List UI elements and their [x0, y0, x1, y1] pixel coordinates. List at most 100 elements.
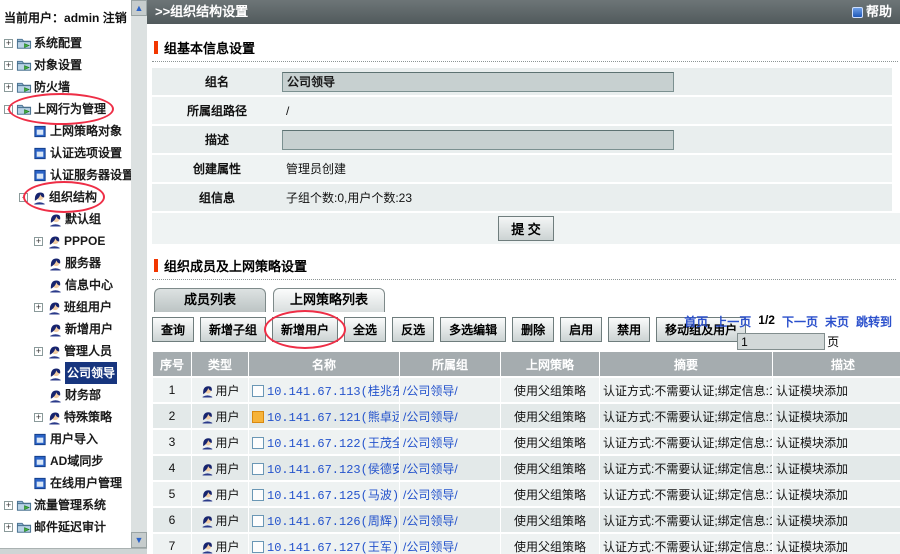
- row-checkbox[interactable]: [252, 489, 264, 501]
- sidebar-item-label[interactable]: 新增用户: [65, 318, 113, 340]
- sidebar-item[interactable]: 在线用户管理: [0, 472, 131, 494]
- scroll-up-icon[interactable]: ▲: [131, 0, 147, 16]
- sidebar-item-label[interactable]: AD域同步: [50, 450, 103, 472]
- sidebar-item-label[interactable]: 公司领导: [65, 362, 117, 384]
- logout-link[interactable]: 注销: [103, 11, 127, 25]
- sidebar-item-label[interactable]: 认证服务器设置: [50, 164, 131, 186]
- toolbar-button[interactable]: 多选编辑: [440, 317, 506, 342]
- sidebar-item[interactable]: 公司领导: [0, 362, 131, 384]
- sidebar-item-label[interactable]: 财务部: [65, 384, 101, 406]
- sidebar-item[interactable]: 财务部: [0, 384, 131, 406]
- group-link[interactable]: /公司领导/: [403, 488, 458, 502]
- row-checkbox[interactable]: [252, 463, 264, 475]
- expand-plus-icon[interactable]: +: [4, 523, 13, 532]
- sidebar-item[interactable]: + 管理人员: [0, 340, 131, 362]
- row-checkbox[interactable]: [252, 385, 264, 397]
- sidebar-hscrollbar[interactable]: [0, 548, 147, 554]
- toolbar-button[interactable]: 全选: [344, 317, 386, 342]
- sidebar-item-label[interactable]: 在线用户管理: [50, 472, 122, 494]
- group-link[interactable]: /公司领导/: [403, 384, 458, 398]
- toolbar-button[interactable]: 删除: [512, 317, 554, 342]
- sidebar-item[interactable]: 信息中心: [0, 274, 131, 296]
- expand-plus-icon[interactable]: +: [4, 61, 13, 70]
- expand-plus-icon[interactable]: +: [4, 39, 13, 48]
- page-jump-input[interactable]: [737, 333, 825, 350]
- sidebar-scrollbar[interactable]: ▲ ▼: [131, 0, 147, 548]
- add-user-button[interactable]: 新增用户: [272, 317, 338, 342]
- tab[interactable]: 成员列表: [154, 288, 266, 312]
- sidebar-item[interactable]: 默认组: [0, 208, 131, 230]
- sidebar-item-label[interactable]: 用户导入: [50, 428, 98, 450]
- sidebar-item[interactable]: - 组织结构: [0, 186, 131, 208]
- toolbar-button[interactable]: 新增子组: [200, 317, 266, 342]
- sidebar-item-label[interactable]: 信息中心: [65, 274, 113, 296]
- toolbar-button[interactable]: 启用: [560, 317, 602, 342]
- sidebar-item[interactable]: + 班组用户: [0, 296, 131, 318]
- sidebar-item[interactable]: 上网策略对象: [0, 120, 131, 142]
- sidebar-item[interactable]: + 特殊策略: [0, 406, 131, 428]
- expand-plus-icon[interactable]: +: [4, 83, 13, 92]
- sidebar-item-label[interactable]: 组织结构: [49, 186, 97, 208]
- sidebar-item-label[interactable]: 上网行为管理: [34, 98, 106, 120]
- sidebar-item-label[interactable]: 防火墙: [34, 76, 70, 98]
- group-link[interactable]: /公司领导/: [403, 514, 458, 528]
- tab[interactable]: 上网策略列表: [273, 288, 385, 312]
- sidebar-item[interactable]: + 对象设置: [0, 54, 131, 76]
- user-link[interactable]: 10.141.67.122(王茂全): [267, 437, 399, 451]
- expand-plus-icon[interactable]: +: [34, 347, 43, 356]
- collapse-minus-icon[interactable]: -: [19, 193, 28, 202]
- expand-plus-icon[interactable]: +: [34, 303, 43, 312]
- sidebar-item[interactable]: AD域同步: [0, 450, 131, 472]
- pagination-jump-label[interactable]: 跳转到: [856, 313, 892, 330]
- collapse-minus-icon[interactable]: -: [4, 105, 13, 114]
- sidebar-item-label[interactable]: PPPOE: [64, 230, 105, 252]
- pagination-first[interactable]: 首页: [684, 313, 708, 330]
- sidebar-item[interactable]: + PPPOE: [0, 230, 131, 252]
- sidebar-item-label[interactable]: 对象设置: [34, 54, 82, 76]
- user-link[interactable]: 10.141.67.121(熊卓远): [267, 411, 399, 425]
- row-checkbox[interactable]: [252, 541, 264, 553]
- sidebar-item[interactable]: 服务器: [0, 252, 131, 274]
- row-checkbox[interactable]: [252, 437, 264, 449]
- user-link[interactable]: 10.141.67.113(桂兆东): [267, 385, 399, 399]
- toolbar-button[interactable]: 反选: [392, 317, 434, 342]
- sidebar-item-label[interactable]: 特殊策略: [64, 406, 112, 428]
- sidebar-item-label[interactable]: 系统配置: [34, 32, 82, 54]
- sidebar-item[interactable]: 认证服务器设置: [0, 164, 131, 186]
- user-link[interactable]: 10.141.67.126(周辉): [267, 515, 399, 529]
- group-link[interactable]: /公司领导/: [403, 436, 458, 450]
- scroll-down-icon[interactable]: ▼: [131, 532, 147, 548]
- sidebar-item[interactable]: 新增用户: [0, 318, 131, 340]
- pagination-next[interactable]: 下一页: [782, 313, 818, 330]
- group-link[interactable]: /公司领导/: [403, 410, 458, 424]
- sidebar-item[interactable]: - 上网行为管理: [0, 98, 131, 120]
- user-link[interactable]: 10.141.67.127(王军): [267, 541, 399, 554]
- toolbar-button[interactable]: 禁用: [608, 317, 650, 342]
- user-link[interactable]: 10.141.67.125(马波): [267, 489, 399, 503]
- sidebar-item[interactable]: + 防火墙: [0, 76, 131, 98]
- sidebar-item[interactable]: 用户导入: [0, 428, 131, 450]
- sidebar-item-label[interactable]: 班组用户: [64, 296, 112, 318]
- user-link[interactable]: 10.141.67.123(侯德安): [267, 463, 399, 477]
- pagination-prev[interactable]: 上一页: [715, 313, 751, 330]
- sidebar-item[interactable]: + 流量管理系统: [0, 494, 131, 516]
- sidebar-item-label[interactable]: 认证选项设置: [50, 142, 122, 164]
- sidebar-item-label[interactable]: 邮件延迟审计: [34, 516, 106, 538]
- sidebar-item[interactable]: + 系统配置: [0, 32, 131, 54]
- sidebar-item[interactable]: + 邮件延迟审计: [0, 516, 131, 538]
- pagination-last[interactable]: 末页: [825, 313, 849, 330]
- help-button[interactable]: 帮助: [852, 0, 892, 24]
- expand-plus-icon[interactable]: +: [34, 413, 43, 422]
- row-checkbox[interactable]: [252, 515, 264, 527]
- group-link[interactable]: /公司领导/: [403, 462, 458, 476]
- row-checkbox[interactable]: [252, 411, 264, 423]
- submit-button[interactable]: 提 交: [498, 216, 554, 241]
- expand-plus-icon[interactable]: +: [34, 237, 43, 246]
- sidebar-item-label[interactable]: 管理人员: [64, 340, 112, 362]
- sidebar-item-label[interactable]: 上网策略对象: [50, 120, 122, 142]
- field-input[interactable]: [282, 72, 674, 92]
- sidebar-item-label[interactable]: 流量管理系统: [34, 494, 106, 516]
- sidebar-item-label[interactable]: 默认组: [65, 208, 101, 230]
- sidebar-item-label[interactable]: 服务器: [65, 252, 101, 274]
- expand-plus-icon[interactable]: +: [4, 501, 13, 510]
